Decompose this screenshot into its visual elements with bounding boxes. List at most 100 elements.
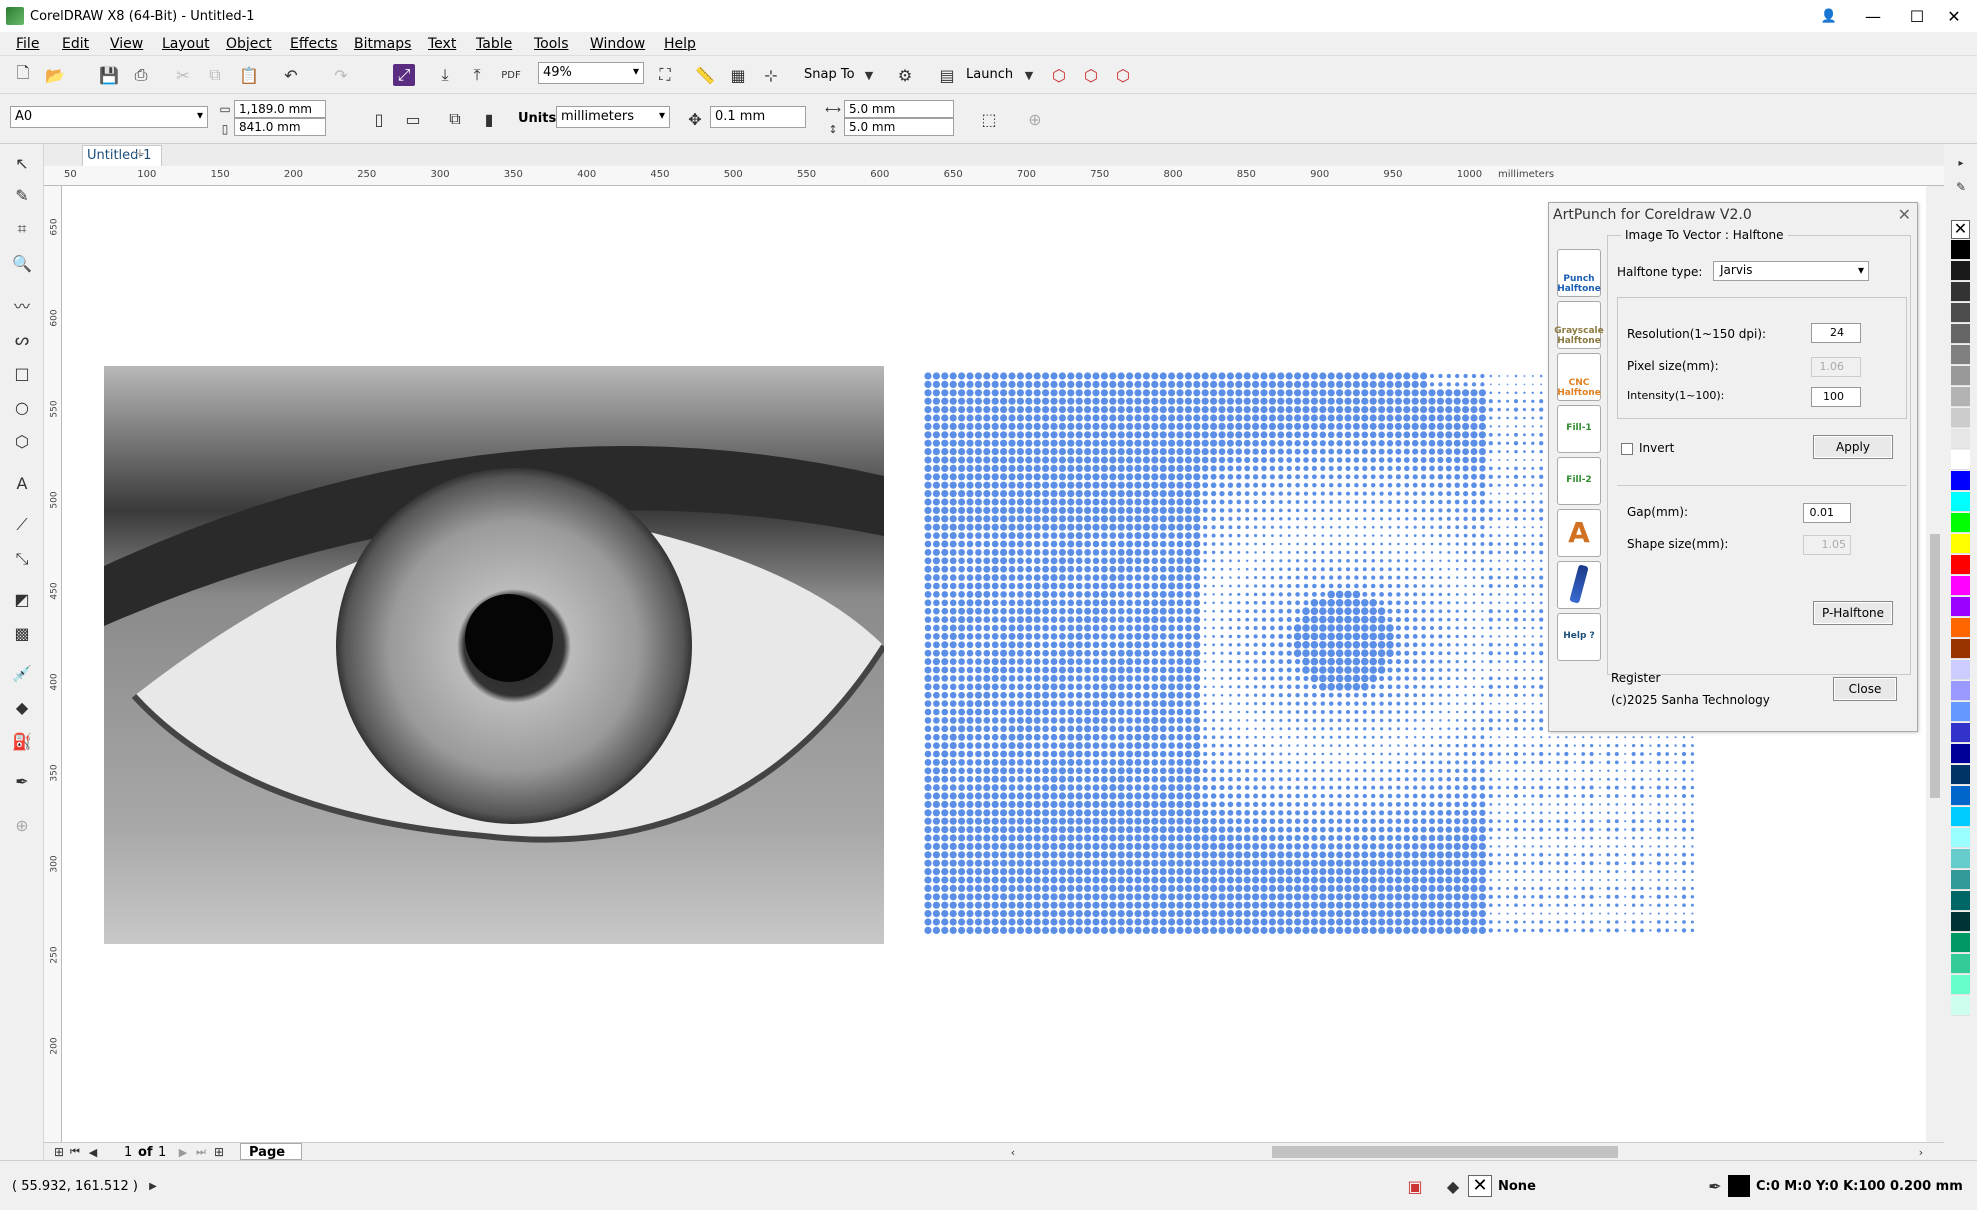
cut-icon[interactable]: ✂	[172, 64, 194, 86]
halftone-dot	[1514, 483, 1518, 488]
macro-icon-3[interactable]: ⬡	[1112, 64, 1134, 86]
zoom-tool-icon[interactable]: 🔍	[11, 252, 33, 274]
add-icon[interactable]: ⊕	[1024, 108, 1046, 130]
menu-window[interactable]: Window	[590, 36, 645, 52]
halftone-dot	[1008, 380, 1016, 388]
menu-object[interactable]: Object	[226, 36, 272, 52]
new-tab-icon[interactable]: +	[134, 146, 146, 162]
menu-view[interactable]: View	[110, 36, 143, 52]
dimension-tool-icon[interactable]: ⟋	[11, 514, 33, 536]
document-tab[interactable]: Untitled-1	[82, 145, 162, 166]
polygon-tool-icon[interactable]: ⬡	[11, 430, 33, 452]
options-gear-icon[interactable]: ⚙	[894, 64, 916, 86]
ellipse-tool-icon[interactable]: ○	[11, 396, 33, 418]
halftone-dot	[1337, 727, 1342, 731]
vertical-ruler[interactable]: 650 600 550 500 450 400 350 300 250 200	[44, 186, 62, 1142]
halftone-dot	[1193, 641, 1201, 649]
add-tool-icon[interactable]: ⊕	[11, 814, 33, 836]
halftone-dot	[1285, 380, 1293, 388]
redo-icon[interactable]: ↷	[330, 64, 352, 86]
halftone-dot	[1228, 634, 1233, 639]
halftone-dot	[1539, 374, 1543, 378]
snap-to-button[interactable]: Snap To	[804, 67, 855, 82]
menu-table[interactable]: Table	[476, 36, 512, 52]
menu-layout[interactable]: Layout	[162, 36, 210, 52]
units-select[interactable]: millimeters	[556, 106, 670, 128]
halftone-dot	[1226, 431, 1234, 439]
full-screen-preview-icon[interactable]: ⛶	[654, 64, 676, 86]
zoom-level-select[interactable]: 49%	[538, 62, 644, 84]
menu-help[interactable]: Help	[664, 36, 696, 52]
pick-tool-icon[interactable]: ↖	[11, 152, 33, 174]
launch-button[interactable]: Launch	[966, 67, 1013, 82]
minimize-button[interactable]: —	[1850, 0, 1896, 32]
rectangle-tool-icon[interactable]: □	[11, 362, 33, 384]
launch-app-icon[interactable]: ▤	[936, 64, 958, 86]
show-rulers-icon[interactable]: 📏	[694, 64, 716, 86]
horizontal-ruler[interactable]: 50 100 150 200 250 300 350 400 450 500 550 600 650 70…	[44, 166, 1944, 186]
duplicate-y-input[interactable]: 5.0 mm	[844, 118, 954, 136]
launch-dropdown-icon[interactable]: ▼	[1018, 64, 1040, 86]
undo-icon[interactable]: ↶	[280, 64, 302, 86]
landscape-icon[interactable]: ▭	[402, 108, 424, 130]
eyedropper-icon[interactable]: 💉	[11, 662, 33, 684]
halftone-dot	[1109, 397, 1117, 405]
menu-tools[interactable]: Tools	[534, 36, 569, 52]
freehand-tool-icon[interactable]: 〰	[11, 294, 33, 316]
crop-tool-icon[interactable]: ⌗	[11, 218, 33, 240]
halftone-dot	[1346, 769, 1350, 773]
halftone-dot	[1143, 683, 1150, 691]
halftone-dot	[1310, 372, 1318, 380]
show-guidelines-icon[interactable]: ⊹	[760, 64, 782, 86]
save-icon[interactable]: 💾	[98, 64, 120, 86]
menu-file[interactable]: File	[16, 36, 39, 52]
snap-to-dropdown-icon[interactable]: ▼	[858, 64, 880, 86]
search-content-icon[interactable]: ⤢	[393, 64, 415, 86]
smart-fill-icon[interactable]: ⛽	[11, 730, 33, 752]
open-icon[interactable]: 📂	[44, 64, 66, 86]
page-height-input[interactable]: 841.0 mm	[234, 118, 326, 136]
halftone-dot	[966, 683, 974, 691]
halftone-dot	[1304, 559, 1308, 563]
portrait-icon[interactable]: ▯	[368, 108, 390, 130]
show-grid-icon[interactable]: ▦	[727, 64, 749, 86]
publish-pdf-icon[interactable]: PDF	[500, 64, 522, 86]
account-icon[interactable]: 👤	[1806, 0, 1852, 32]
page-size-select[interactable]: A0	[10, 106, 208, 128]
menu-bitmaps[interactable]: Bitmaps	[354, 36, 411, 52]
shape-tool-icon[interactable]: ✎	[11, 184, 33, 206]
print-icon[interactable]: ⎙	[130, 64, 152, 86]
connector-tool-icon[interactable]: ⤡	[11, 548, 33, 570]
outline-pen-icon[interactable]: ✒	[11, 770, 33, 792]
menu-edit[interactable]: Edit	[62, 36, 89, 52]
eye-bitmap-image[interactable]	[104, 366, 884, 944]
halftone-dot	[1151, 557, 1159, 565]
close-window-button[interactable]: ✕	[1931, 0, 1977, 32]
import-icon[interactable]: ⤓	[434, 64, 456, 86]
halftone-dot	[1362, 810, 1368, 816]
interactive-fill-icon[interactable]: ◆	[11, 696, 33, 718]
text-tool-icon[interactable]: A	[11, 472, 33, 494]
nudge-distance-input[interactable]: 0.1 mm	[710, 106, 806, 128]
macro-icon-2[interactable]: ⬡	[1080, 64, 1102, 86]
drop-shadow-icon[interactable]: ◩	[11, 588, 33, 610]
export-icon[interactable]: ⤒	[466, 64, 488, 86]
halftone-dot	[983, 649, 991, 657]
page-width-input[interactable]: 1,189.0 mm	[234, 100, 326, 118]
menu-effects[interactable]: Effects	[290, 36, 338, 52]
current-page-icon[interactable]: ▮	[478, 108, 500, 130]
halftone-dot	[924, 582, 932, 590]
duplicate-x-input[interactable]: 5.0 mm	[844, 100, 954, 118]
all-pages-icon[interactable]: ⧉	[444, 108, 466, 130]
menu-text[interactable]: Text	[428, 36, 456, 52]
macro-icon-1[interactable]: ⬡	[1048, 64, 1070, 86]
new-document-icon[interactable]: 🗋	[12, 63, 34, 86]
halftone-dot	[1134, 742, 1142, 750]
halftone-dot	[1396, 600, 1401, 606]
artistic-media-icon[interactable]: ᔕ	[11, 328, 33, 350]
transparency-tool-icon[interactable]: ▩	[11, 622, 33, 644]
bleed-icon[interactable]: ⬚	[978, 108, 1000, 130]
paste-icon[interactable]: 📋	[238, 64, 260, 86]
halftone-dot	[1405, 760, 1409, 765]
copy-icon[interactable]: ⧉	[204, 64, 226, 86]
